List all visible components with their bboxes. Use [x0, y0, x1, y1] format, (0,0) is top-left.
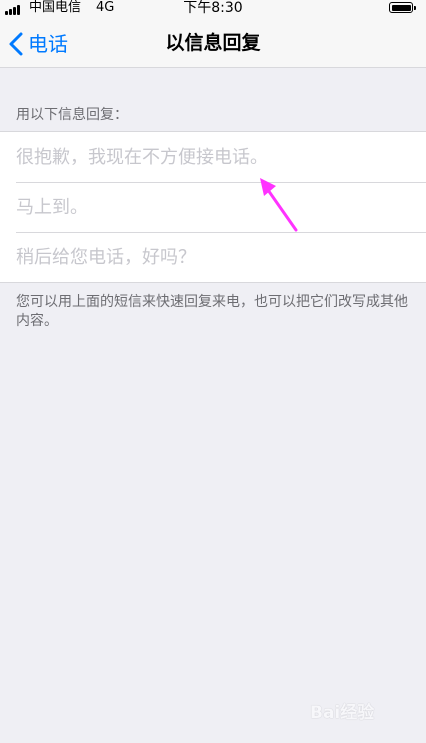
reply-row[interactable]: [0, 182, 426, 232]
pointer-arrow-icon: [260, 178, 298, 232]
status-time: 下午8:30: [183, 0, 243, 16]
reply-field-2[interactable]: [16, 183, 410, 231]
reply-list: [0, 131, 426, 283]
status-bar: 中国电信 4G 下午8:30: [0, 0, 426, 20]
reply-row[interactable]: [0, 232, 426, 282]
navigation-bar: 电话 以信息回复: [0, 20, 426, 68]
reply-field-3[interactable]: [16, 233, 410, 281]
reply-row[interactable]: [0, 132, 426, 182]
section-header: 用以下信息回复：: [16, 107, 128, 123]
watermark-text: Bai经验: [310, 703, 375, 723]
reply-field-1[interactable]: [16, 133, 410, 181]
battery-icon: [389, 2, 416, 13]
watermark-logo: Bai经验: [306, 686, 406, 726]
footer-note: 您可以用上面的短信来快速回复来电，也可以把它们改写成其他内容。: [16, 294, 408, 329]
page-title: 以信息回复: [165, 32, 261, 54]
messages-reply-screen: 中国电信 4G 下午8:30 电话 以信息回复 用以下信息回复： 您可以用上面的…: [0, 0, 426, 743]
